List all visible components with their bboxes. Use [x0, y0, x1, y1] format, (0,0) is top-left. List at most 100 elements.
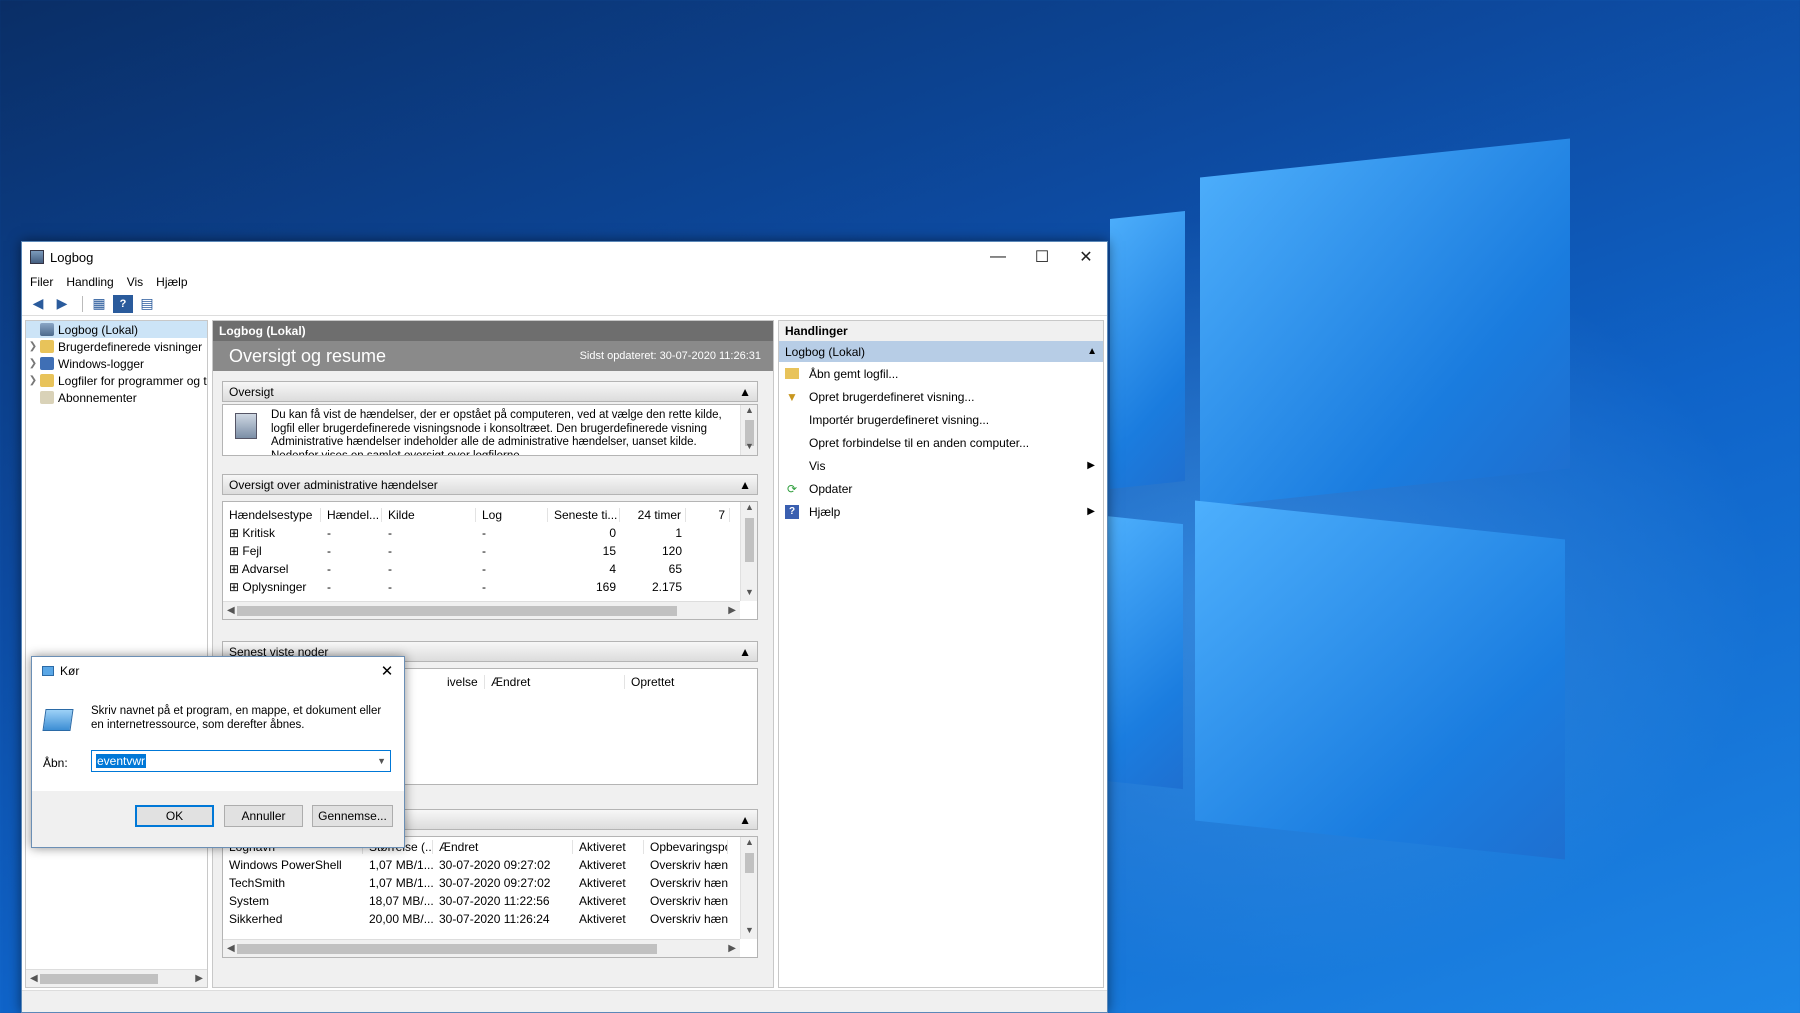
- table-row[interactable]: System 18,07 MB/... 30-07-2020 11:22:56 …: [223, 892, 728, 910]
- admin-events-horizontal-scrollbar[interactable]: ◀ ▶: [223, 601, 740, 619]
- run-button-bar: OK Annuller Gennemse...: [32, 791, 404, 847]
- run-close-button[interactable]: ✕: [370, 657, 404, 685]
- scroll-right-icon[interactable]: ▶: [728, 943, 736, 954]
- overview-text: Du kan få vist de hændelser, der er opst…: [271, 409, 722, 456]
- chevron-down-icon[interactable]: ▼: [377, 756, 386, 766]
- scrollbar-thumb[interactable]: [237, 606, 677, 616]
- action-help[interactable]: ? Hjælp ▶: [779, 500, 1103, 523]
- menu-file[interactable]: Filer: [30, 275, 53, 289]
- open-input[interactable]: eventvwr ▼: [91, 750, 391, 772]
- column-header[interactable]: 7: [686, 508, 730, 522]
- expand-icon[interactable]: ⊞: [229, 580, 242, 594]
- column-header[interactable]: Seneste ti...: [548, 508, 620, 522]
- collapse-icon[interactable]: ▲: [739, 478, 751, 492]
- collapse-icon[interactable]: ▲: [739, 385, 751, 399]
- table-row[interactable]: Windows PowerShell 1,07 MB/1... 30-07-20…: [223, 856, 728, 874]
- table-row[interactable]: ⊞ Kritisk - - - 0 1: [223, 524, 730, 542]
- table-row[interactable]: TechSmith 1,07 MB/1... 30-07-2020 09:27:…: [223, 874, 728, 892]
- column-header[interactable]: Ændret: [485, 675, 625, 689]
- scroll-down-icon[interactable]: ▼: [741, 925, 757, 939]
- show-hide-action-pane-icon[interactable]: ▤: [137, 295, 157, 313]
- column-header[interactable]: Hændelsestype: [223, 508, 321, 522]
- action-import-custom-view[interactable]: Importér brugerdefineret visning...: [779, 408, 1103, 431]
- tree-item-custom-views[interactable]: ❯ Brugerdefinerede visninger: [26, 338, 207, 355]
- menu-help[interactable]: Hjælp: [156, 275, 187, 289]
- column-header[interactable]: 24 timer: [620, 508, 686, 522]
- action-open-saved-log[interactable]: Åbn gemt logfil...: [779, 362, 1103, 385]
- back-icon[interactable]: ◀: [28, 295, 48, 313]
- scroll-up-icon[interactable]: ▲: [741, 502, 757, 516]
- cell-value: -: [388, 580, 392, 594]
- cell-value: Sikkerhed: [229, 912, 283, 926]
- log-summary-vertical-scrollbar[interactable]: ▲ ▼: [740, 837, 757, 939]
- tree-item-windows-logs[interactable]: ❯ Windows-logger: [26, 355, 207, 372]
- chevron-right-icon[interactable]: ❯: [26, 375, 40, 386]
- admin-events-vertical-scrollbar[interactable]: ▲ ▼: [740, 502, 757, 601]
- forward-icon[interactable]: ▶: [52, 295, 72, 313]
- action-create-custom-view[interactable]: ▼ Opret brugerdefineret visning...: [779, 385, 1103, 408]
- column-header[interactable]: Aktiveret: [573, 840, 644, 854]
- menu-action[interactable]: Handling: [66, 275, 113, 289]
- table-row[interactable]: ⊞ Advarsel - - - 4 65: [223, 560, 730, 578]
- column-header[interactable]: Ændret: [433, 840, 573, 854]
- column-header[interactable]: Hændel...: [321, 508, 382, 522]
- column-header[interactable]: ivelse: [445, 675, 485, 689]
- collapse-icon[interactable]: ▲: [739, 813, 751, 827]
- section-overview-header[interactable]: Oversigt ▲: [222, 381, 758, 402]
- ok-button[interactable]: OK: [135, 805, 214, 827]
- open-input-value[interactable]: eventvwr: [96, 754, 147, 768]
- action-connect-other-computer[interactable]: Opret forbindelse til en anden computer.…: [779, 431, 1103, 454]
- browse-button[interactable]: Gennemse...: [312, 805, 393, 827]
- tree-item-label: Abonnementer: [58, 390, 137, 405]
- scroll-left-icon[interactable]: ◀: [227, 605, 235, 616]
- table-row[interactable]: ⊞ Oplysninger - - - 169 2.175: [223, 578, 730, 596]
- log-summary-horizontal-scrollbar[interactable]: ◀ ▶: [223, 939, 740, 957]
- table-row[interactable]: Sikkerhed 20,00 MB/... 30-07-2020 11:26:…: [223, 910, 728, 928]
- chevron-right-icon[interactable]: ❯: [26, 341, 40, 352]
- column-header[interactable]: Kilde: [382, 508, 476, 522]
- scroll-left-icon[interactable]: ◀: [227, 943, 235, 954]
- log-summary-table: Lognavn Størrelse (... Ændret Aktiveret …: [223, 838, 728, 928]
- help-icon[interactable]: ?: [113, 294, 133, 313]
- scrollbar-thumb[interactable]: [745, 853, 754, 873]
- maximize-button[interactable]: ☐: [1020, 242, 1064, 272]
- show-hide-console-tree-icon[interactable]: ▦: [89, 295, 109, 313]
- action-view[interactable]: Vis ▶: [779, 454, 1103, 477]
- scroll-down-icon[interactable]: ▼: [741, 587, 757, 601]
- cell-value: -: [327, 544, 331, 558]
- scroll-up-icon[interactable]: ▲: [741, 837, 757, 851]
- expand-icon[interactable]: ⊞: [229, 526, 242, 540]
- cell-value: 1: [675, 526, 682, 540]
- action-refresh[interactable]: ⟳ Opdater: [779, 477, 1103, 500]
- column-header[interactable]: Oprettet: [625, 675, 757, 689]
- column-header[interactable]: Log: [476, 508, 548, 522]
- scroll-down-icon[interactable]: ▼: [741, 441, 757, 455]
- column-header[interactable]: Opbevaringspo: [644, 840, 728, 854]
- tree-item-subscriptions[interactable]: Abonnementer: [26, 389, 207, 406]
- section-admin-events-header[interactable]: Oversigt over administrative hændelser ▲: [222, 474, 758, 495]
- expand-icon[interactable]: ⊞: [229, 544, 242, 558]
- scroll-right-icon[interactable]: ▶: [728, 605, 736, 616]
- chevron-right-icon[interactable]: ❯: [26, 358, 40, 369]
- cancel-button[interactable]: Annuller: [224, 805, 303, 827]
- expand-icon[interactable]: ⊞: [229, 562, 242, 576]
- close-button[interactable]: ✕: [1064, 242, 1108, 272]
- run-title: Kør: [60, 664, 80, 678]
- scroll-left-icon[interactable]: ◀: [30, 973, 38, 984]
- scroll-right-icon[interactable]: ▶: [195, 973, 203, 984]
- scrollbar-thumb[interactable]: [237, 944, 657, 954]
- collapse-icon[interactable]: ▲: [1087, 346, 1097, 357]
- tree-horizontal-scrollbar[interactable]: ◀ ▶: [26, 969, 207, 987]
- scrollbar-thumb[interactable]: [745, 518, 754, 562]
- tree-item-logbog-lokal[interactable]: Logbog (Lokal): [26, 321, 207, 338]
- scroll-up-icon[interactable]: ▲: [741, 405, 757, 419]
- overview-vertical-scrollbar[interactable]: ▲ ▼: [740, 405, 757, 455]
- minimize-button[interactable]: —: [976, 242, 1020, 272]
- cell-value: Kritisk: [242, 526, 276, 540]
- collapse-icon[interactable]: ▲: [739, 645, 751, 659]
- scrollbar-thumb[interactable]: [40, 974, 158, 984]
- table-row[interactable]: ⊞ Fejl - - - 15 120: [223, 542, 730, 560]
- tree-item-application-logs[interactable]: ❯ Logfiler for programmer og t: [26, 372, 207, 389]
- actions-subheader[interactable]: Logbog (Lokal) ▲: [779, 341, 1103, 362]
- menu-view[interactable]: Vis: [127, 275, 143, 289]
